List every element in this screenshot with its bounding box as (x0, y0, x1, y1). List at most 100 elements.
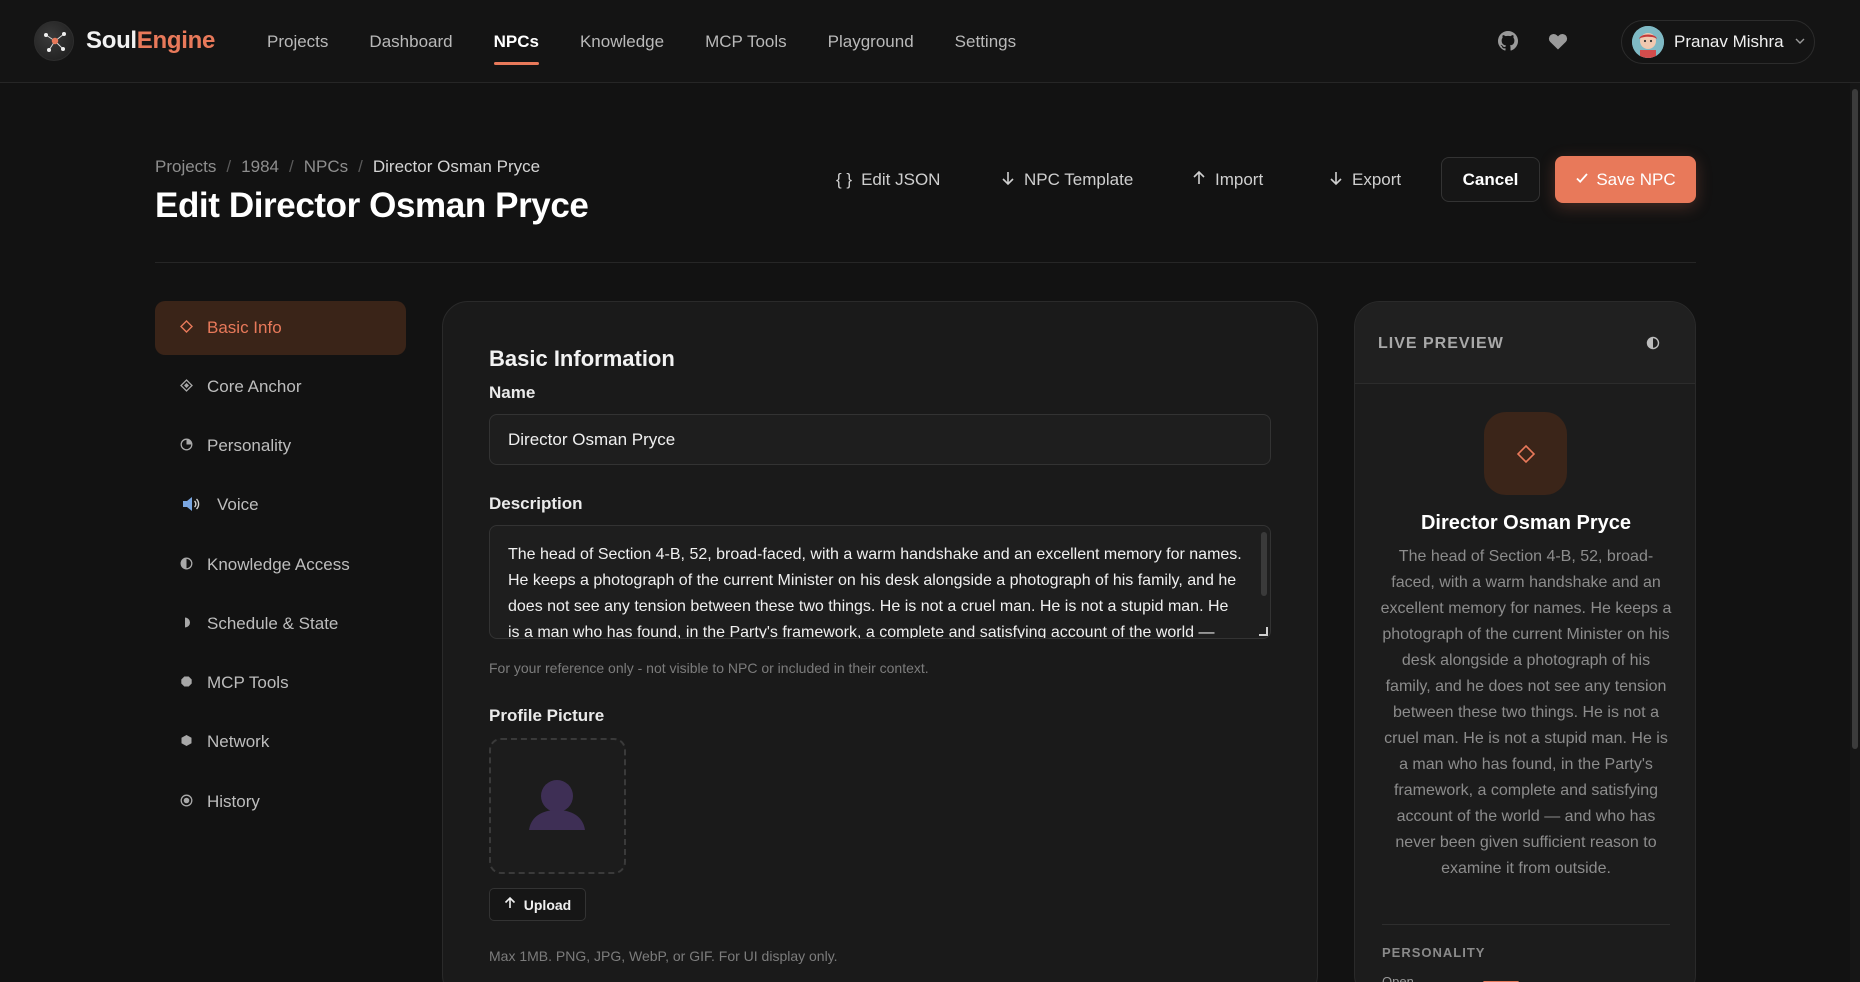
sidebar-item-label: Knowledge Access (207, 555, 350, 574)
description-text: The head of Section 4-B, 52, broad-faced… (508, 546, 1242, 639)
preview-trait-label: Open (1382, 974, 1414, 982)
breadcrumb-project-1984[interactable]: 1984 (241, 157, 279, 177)
page-scrollbar[interactable] (1850, 83, 1860, 982)
description-textarea[interactable]: The head of Section 4-B, 52, broad-faced… (489, 525, 1271, 639)
sidebar-item-label: MCP Tools (207, 673, 289, 692)
braces-icon: { } (836, 170, 853, 189)
diamond-filled-icon (174, 379, 198, 395)
pie-icon (174, 438, 198, 454)
preview-personality-heading: PERSONALITY (1382, 945, 1486, 960)
breadcrumb-npcs[interactable]: NPCs (304, 157, 348, 177)
edit-json-label: Edit JSON (861, 170, 941, 189)
sidebar-item-label: Network (207, 732, 270, 751)
page-scrollbar-thumb[interactable] (1852, 89, 1858, 749)
brand-name: SoulEngine (86, 27, 215, 55)
sidebar-item-label: Basic Info (207, 318, 282, 337)
sidebar-item-personality[interactable]: Personality (155, 419, 406, 473)
target-icon (174, 794, 198, 810)
chevron-down-icon (1794, 35, 1806, 50)
sidebar-item-label: Schedule & State (207, 614, 339, 633)
name-label: Name (489, 383, 536, 402)
octagon-icon (174, 675, 198, 691)
breadcrumb: Projects / 1984 / NPCs / Director Osman … (155, 157, 540, 177)
brand-name-part2: Engine (136, 27, 216, 54)
sidebar-item-history[interactable]: History (155, 775, 406, 829)
sidebar-item-knowledge-access[interactable]: Knowledge Access (155, 538, 406, 592)
save-npc-label: Save NPC (1596, 169, 1676, 189)
sidebar-item-basic-info[interactable]: Basic Info (155, 301, 406, 355)
sidebar-item-core-anchor[interactable]: Core Anchor (155, 360, 406, 414)
profile-picture-label: Profile Picture (489, 706, 605, 725)
sidebar-item-schedule-state[interactable]: Schedule & State (155, 597, 406, 651)
live-preview-title: LIVE PREVIEW (1378, 335, 1504, 352)
upload-helper-text: Max 1MB. PNG, JPG, WebP, or GIF. For UI … (489, 948, 838, 964)
half-moon-icon (174, 616, 198, 632)
main-nav: Projects Dashboard NPCs Knowledge MCP To… (267, 0, 1057, 83)
cancel-button[interactable]: Cancel (1441, 157, 1540, 202)
save-npc-button[interactable]: Save NPC (1555, 156, 1696, 203)
header-divider (155, 262, 1696, 263)
description-helper-text: For your reference only - not visible to… (489, 660, 929, 676)
sidebar-item-label: Personality (207, 436, 292, 455)
nav-link-dashboard[interactable]: Dashboard (369, 0, 452, 83)
sidebar-item-mcp-tools[interactable]: MCP Tools (155, 656, 406, 710)
nav-link-knowledge[interactable]: Knowledge (580, 0, 664, 83)
preview-avatar (1484, 412, 1567, 495)
breadcrumb-separator: / (288, 157, 294, 176)
nav-link-npcs[interactable]: NPCs (493, 0, 540, 83)
export-label: Export (1352, 170, 1402, 189)
speaker-icon (174, 496, 208, 515)
arrow-down-icon (1329, 170, 1343, 191)
npc-template-label: NPC Template (1024, 170, 1134, 189)
sidebar-item-voice[interactable]: Voice (155, 478, 406, 532)
npc-template-button[interactable]: NPC Template (1001, 157, 1133, 203)
nav-link-mcp-tools[interactable]: MCP Tools (705, 0, 787, 83)
resize-handle-icon[interactable] (1259, 627, 1268, 636)
contrast-toggle-icon[interactable] (1645, 335, 1661, 351)
live-preview-header: LIVE PREVIEW (1355, 302, 1695, 384)
upload-label: Upload (523, 896, 572, 913)
textarea-scrollbar[interactable] (1261, 532, 1267, 596)
constellation-logo-icon (34, 21, 74, 61)
github-icon[interactable] (1496, 29, 1520, 53)
live-preview-card: LIVE PREVIEW Director Osman Pryce The he… (1354, 301, 1696, 982)
sidebar-item-label: Core Anchor (207, 377, 302, 396)
diamond-outline-icon (174, 320, 198, 336)
user-menu[interactable]: Pranav Mishra (1621, 20, 1815, 64)
sidebar-item-label: History (207, 792, 260, 811)
breadcrumb-projects[interactable]: Projects (155, 157, 216, 177)
heart-icon[interactable] (1546, 29, 1570, 53)
upload-button[interactable]: Upload (489, 888, 586, 921)
page-title: Edit Director Osman Pryce (155, 186, 589, 225)
arrow-down-icon (1001, 170, 1015, 191)
brand-logo[interactable]: SoulEngine (34, 21, 215, 61)
arrow-up-icon (1192, 170, 1206, 191)
top-navigation: SoulEngine Projects Dashboard NPCs Knowl… (0, 0, 1860, 83)
user-name: Pranav Mishra (1674, 32, 1784, 51)
preview-npc-name: Director Osman Pryce (1420, 512, 1632, 534)
breadcrumb-separator: / (226, 157, 232, 176)
section-title: Basic Information (489, 346, 675, 371)
breadcrumb-current: Director Osman Pryce (372, 157, 541, 176)
nav-link-playground[interactable]: Playground (828, 0, 914, 83)
import-label: Import (1215, 170, 1264, 189)
sidebar-item-label: Voice (217, 495, 259, 514)
brand-name-part1: Soul (86, 27, 137, 54)
check-icon (1575, 170, 1589, 190)
import-button[interactable]: Import (1192, 157, 1263, 203)
basic-info-card (442, 301, 1318, 982)
preview-divider (1382, 924, 1670, 925)
nav-link-settings[interactable]: Settings (955, 0, 1016, 83)
edit-json-button[interactable]: { } Edit JSON (836, 157, 940, 203)
person-placeholder-icon (529, 780, 585, 830)
export-button[interactable]: Export (1329, 157, 1401, 203)
sidebar-item-network[interactable]: Network (155, 715, 406, 769)
half-circle-icon (174, 557, 198, 573)
description-label: Description (489, 494, 583, 513)
hexagon-icon (174, 734, 198, 750)
name-input[interactable]: Director Osman Pryce (489, 414, 1271, 465)
avatar (1632, 26, 1664, 58)
preview-npc-description: The head of Section 4-B, 52, broad-faced… (1380, 548, 1672, 877)
nav-link-projects[interactable]: Projects (267, 0, 328, 83)
profile-picture-dropzone[interactable] (489, 738, 626, 874)
